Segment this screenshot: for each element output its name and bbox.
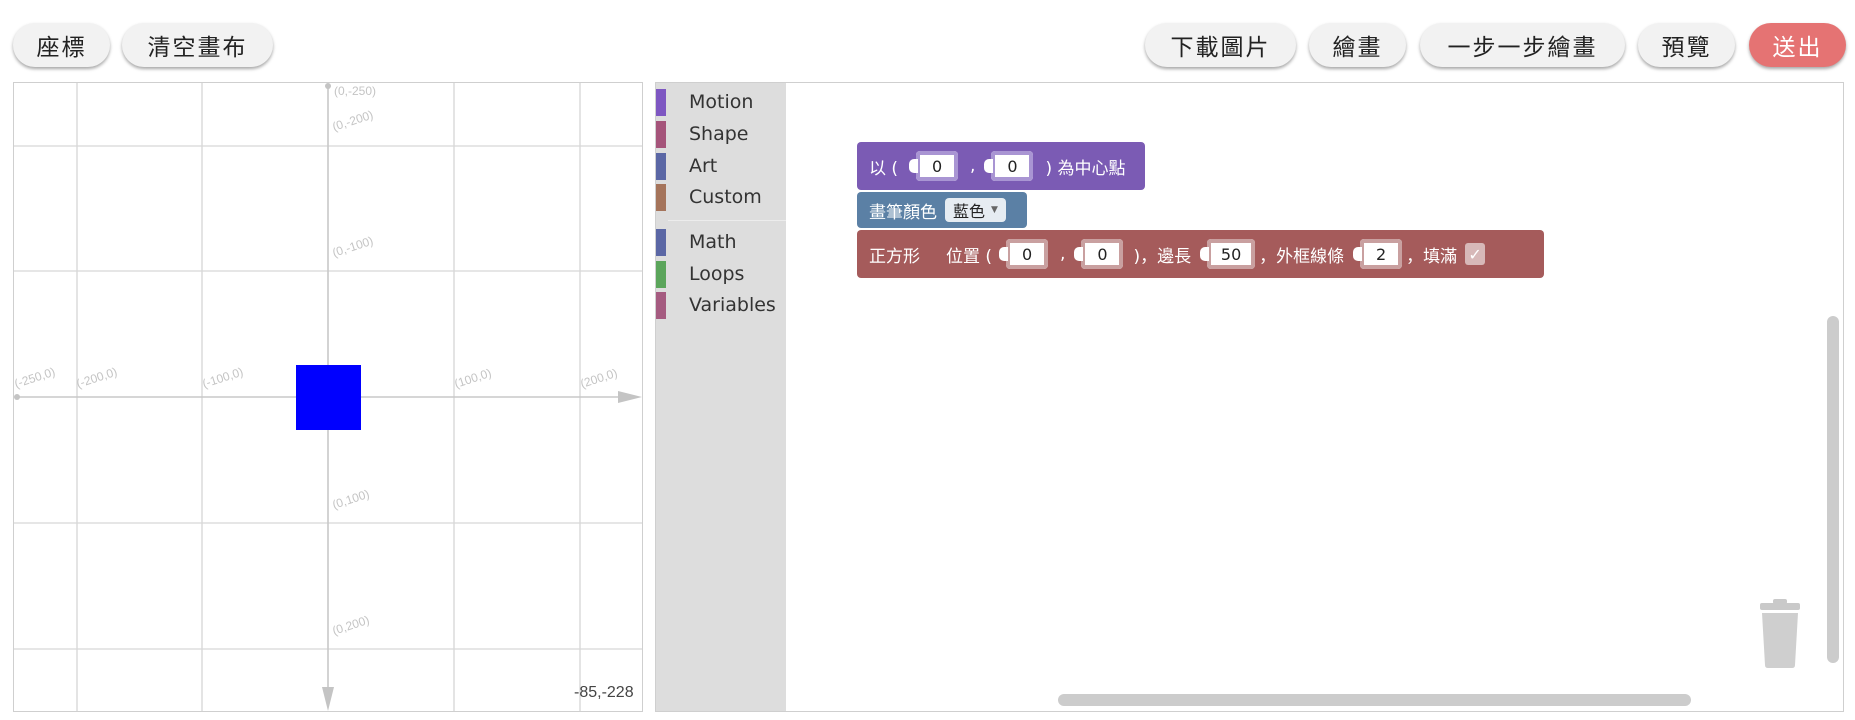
center-point-block[interactable]: 以 ( 0 , 0 ) 為中心點 <box>857 142 1145 190</box>
send-button[interactable]: 送出 <box>1749 23 1846 67</box>
category-motion[interactable]: Motion <box>656 87 786 117</box>
category-label: Motion <box>689 91 754 113</box>
trash-icon[interactable] <box>1757 599 1803 669</box>
vertical-scrollbar[interactable] <box>1827 316 1839 663</box>
center-comma: , <box>970 156 976 176</box>
square-fill-checkbox[interactable]: ✓ <box>1465 243 1486 265</box>
square-side-label: )，邊長 <box>1133 246 1192 267</box>
pen-color-block[interactable]: 畫筆顏色 藍色 ▼ <box>857 192 1027 228</box>
coordinates-button[interactable]: 座標 <box>13 23 110 67</box>
center-prefix: 以 ( <box>869 158 899 179</box>
square-position-label: 位置 ( <box>946 246 993 267</box>
step-draw-button[interactable]: 一步一步繪畫 <box>1420 23 1625 67</box>
label-y-minus-200: (0,-200) <box>331 108 375 134</box>
label-x-minus-200: (-200,0) <box>75 365 119 391</box>
label-x-minus-100: (-100,0) <box>201 365 245 391</box>
category-shape[interactable]: Shape <box>656 119 786 149</box>
category-color-swatch <box>656 88 666 116</box>
y-axis-arrow <box>322 687 334 711</box>
cursor-coordinates: -85,-228 <box>574 684 634 701</box>
square-y-input[interactable]: 0 <box>1074 239 1124 269</box>
chevron-down-icon: ▼ <box>991 205 998 215</box>
category-color-swatch <box>656 152 666 180</box>
draw-button[interactable]: 繪畫 <box>1309 23 1406 67</box>
label-top: (0,-250) <box>334 84 376 98</box>
category-color-swatch <box>656 228 666 256</box>
category-variables[interactable]: Variables <box>656 290 786 320</box>
category-math[interactable]: Math <box>656 227 786 257</box>
horizontal-scrollbar[interactable] <box>1058 694 1691 706</box>
category-color-swatch <box>656 260 666 288</box>
square-side-input[interactable]: 50 <box>1200 239 1256 269</box>
square-x-input[interactable]: 0 <box>999 239 1049 269</box>
category-color-swatch <box>656 291 666 319</box>
label-y-minus-100: (0,-100) <box>331 234 375 260</box>
category-label: Shape <box>689 123 749 145</box>
square-block[interactable]: 正方形 位置 ( 0 , 0 )，邊長 50 ，外框線條 2 ，填滿 ✓ <box>857 230 1544 278</box>
label-y-100: (0,100) <box>331 487 371 512</box>
canvas-grid: (0,-250) (0,-200) (0,-100) (0,100) (0,20… <box>14 83 642 711</box>
x-axis-arrow <box>618 391 642 403</box>
category-label: Loops <box>689 263 745 285</box>
square-fill-label: ，填滿 <box>1406 246 1458 267</box>
drawn-square <box>296 365 361 430</box>
download-image-button[interactable]: 下載圖片 <box>1145 23 1296 67</box>
category-loops[interactable]: Loops <box>656 259 786 289</box>
category-art[interactable]: Art <box>656 151 786 181</box>
label-x-minus-250: (-250,0) <box>14 365 57 391</box>
label-y-200: (0,200) <box>331 613 371 638</box>
category-color-swatch <box>656 120 666 148</box>
square-border-input[interactable]: 2 <box>1353 239 1403 269</box>
category-label: Variables <box>689 294 776 316</box>
preview-button[interactable]: 預覽 <box>1638 23 1735 67</box>
pen-color-label: 畫筆顏色 <box>869 202 937 223</box>
category-label: Custom <box>689 186 762 208</box>
square-comma: , <box>1060 244 1066 264</box>
clear-canvas-button[interactable]: 清空畫布 <box>122 23 273 67</box>
drawing-canvas[interactable]: (0,-250) (0,-200) (0,-100) (0,100) (0,20… <box>13 82 643 712</box>
square-border-label: ，外框線條 <box>1259 246 1345 267</box>
category-custom[interactable]: Custom <box>656 182 786 212</box>
center-suffix: ) 為中心點 <box>1045 158 1126 179</box>
center-y-input[interactable]: 0 <box>984 151 1034 181</box>
block-workspace[interactable]: Motion Shape Art Custom Math Loops Varia… <box>655 82 1844 712</box>
center-x-input[interactable]: 0 <box>909 151 959 181</box>
square-name: 正方形 <box>869 246 920 267</box>
pen-color-dropdown[interactable]: 藍色 ▼ <box>945 198 1006 222</box>
category-color-swatch <box>656 183 666 211</box>
category-label: Art <box>689 155 718 177</box>
label-x-100: (100,0) <box>453 366 493 391</box>
toolbox: Motion Shape Art Custom Math Loops Varia… <box>656 83 786 711</box>
label-x-200: (200,0) <box>579 366 619 391</box>
pen-color-value: 藍色 <box>953 202 986 221</box>
toolbox-separator <box>668 220 786 221</box>
category-label: Math <box>689 231 737 253</box>
